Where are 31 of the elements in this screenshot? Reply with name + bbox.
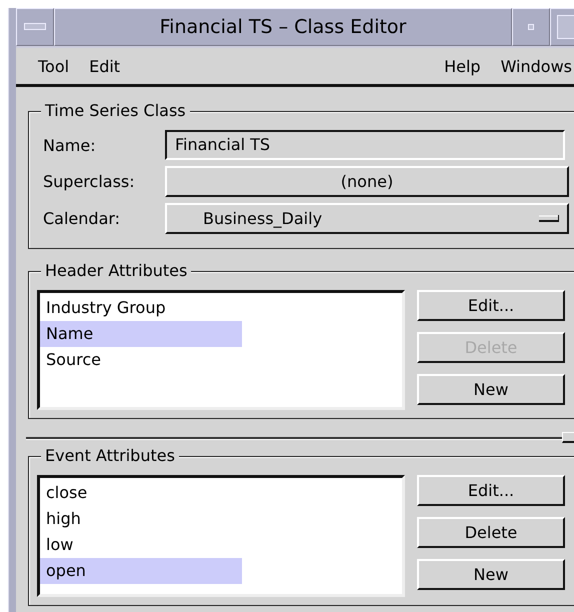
- attribute-list[interactable]: Industry Group Name Source: [37, 290, 405, 410]
- action-button[interactable]: Edit...: [417, 290, 565, 321]
- window-title: Financial TS – Class Editor: [54, 8, 512, 46]
- minimize-button[interactable]: [512, 8, 550, 46]
- superclass-button[interactable]: (none): [165, 166, 569, 197]
- maximize-icon: [557, 15, 574, 39]
- list-item[interactable]: Source: [40, 347, 242, 373]
- attribute-list[interactable]: close high low open: [37, 475, 405, 597]
- field-label: Name:: [42, 136, 97, 154]
- menu-item[interactable]: Edit: [79, 54, 130, 78]
- action-button[interactable]: New: [417, 559, 565, 590]
- name-field[interactable]: Financial TS: [165, 130, 565, 160]
- action-button[interactable]: Delete: [417, 517, 565, 548]
- list-item[interactable]: high: [40, 506, 242, 532]
- calendar-dropdown[interactable]: Business_Daily: [165, 203, 569, 234]
- window-menu-icon: [24, 23, 46, 31]
- action-button[interactable]: Edit...: [417, 475, 565, 506]
- field-label: Superclass:: [42, 172, 136, 191]
- menu-item[interactable]: Help: [434, 54, 491, 78]
- minimize-icon: [528, 24, 534, 30]
- menu-item[interactable]: Tool: [28, 54, 80, 78]
- list-item[interactable]: Name: [40, 321, 242, 347]
- list-item[interactable]: close: [40, 480, 242, 506]
- dropdown-icon: [539, 215, 559, 222]
- action-button[interactable]: New: [417, 374, 565, 405]
- field-label: Calendar:: [42, 209, 122, 228]
- window-menu-button[interactable]: [16, 8, 54, 46]
- list-item[interactable]: low: [40, 532, 242, 558]
- menu-item[interactable]: Windows: [490, 54, 574, 78]
- list-item[interactable]: Industry Group: [40, 295, 242, 321]
- list-item[interactable]: open: [40, 558, 242, 584]
